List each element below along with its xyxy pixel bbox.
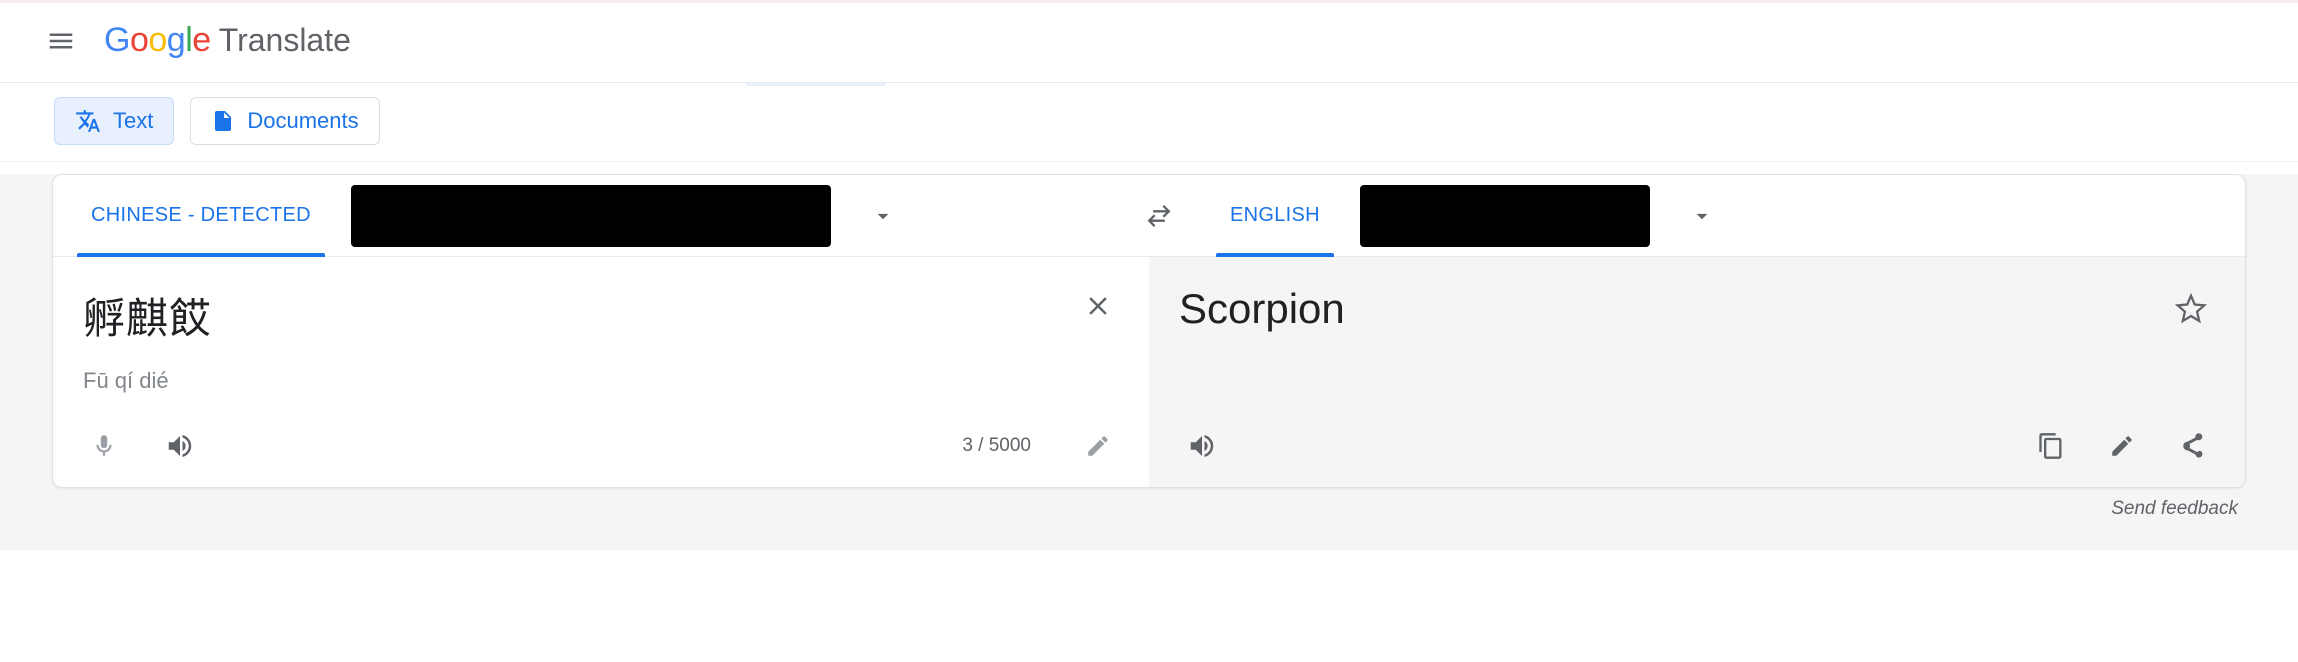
speaker-icon xyxy=(165,431,195,461)
product-name: Translate xyxy=(219,22,351,59)
save-translation-button[interactable] xyxy=(2167,285,2215,333)
share-icon xyxy=(2179,432,2207,460)
target-lang-english[interactable]: ENGLISH xyxy=(1210,175,1340,256)
source-pane: 孵麒餀 Fū qí dié xyxy=(53,257,1149,487)
send-feedback-link[interactable]: Send feedback xyxy=(0,488,2298,550)
menu-icon[interactable] xyxy=(46,26,76,56)
source-transliteration: Fū qí dié xyxy=(83,368,1119,394)
mode-tab-documents[interactable]: Documents xyxy=(190,97,379,145)
clear-input-button[interactable] xyxy=(1077,285,1119,327)
share-button[interactable] xyxy=(2171,424,2215,468)
source-lang-detected[interactable]: CHINESE - DETECTED xyxy=(71,175,331,256)
target-lang-side: ENGLISH xyxy=(1192,175,2245,256)
close-icon xyxy=(1083,291,1113,321)
char-count: 3 / 5000 xyxy=(962,435,1031,457)
target-pane: Scorpion xyxy=(1149,257,2245,487)
speaker-icon xyxy=(1187,431,1217,461)
mode-tab-text[interactable]: Text xyxy=(54,97,174,145)
language-bar: CHINESE - DETECTED ENGLISH xyxy=(53,175,2245,257)
chevron-down-icon xyxy=(870,203,896,229)
document-icon xyxy=(211,108,235,134)
redacted-target-langs xyxy=(1360,185,1650,247)
mic-icon xyxy=(91,433,117,459)
redacted-source-langs xyxy=(351,185,831,247)
mode-tab-text-label: Text xyxy=(113,108,153,134)
suggest-edit-button[interactable] xyxy=(2101,425,2143,467)
top-bar: Google Translate xyxy=(0,3,2298,82)
source-lang-dropdown[interactable] xyxy=(851,184,915,248)
handwriting-button[interactable] xyxy=(1077,425,1119,467)
mode-tabs-row: Text Documents xyxy=(0,83,2298,162)
source-text[interactable]: 孵麒餀 xyxy=(83,285,212,346)
target-lang-dropdown[interactable] xyxy=(1670,184,1734,248)
source-lang-side: CHINESE - DETECTED xyxy=(53,175,1106,256)
star-icon xyxy=(2175,293,2207,325)
listen-target-button[interactable] xyxy=(1179,423,1225,469)
translate-icon xyxy=(75,108,101,134)
copy-icon xyxy=(2037,432,2065,460)
chevron-down-icon xyxy=(1689,203,1715,229)
mode-tab-documents-label: Documents xyxy=(247,108,358,134)
pencil-icon xyxy=(1085,433,1111,459)
voice-input-button[interactable] xyxy=(83,425,125,467)
copy-translation-button[interactable] xyxy=(2029,424,2073,468)
translate-card: CHINESE - DETECTED ENGLISH xyxy=(52,174,2246,488)
pencil-icon xyxy=(2109,433,2135,459)
listen-source-button[interactable] xyxy=(157,423,203,469)
target-text: Scorpion xyxy=(1179,285,1345,333)
ghost-tabs xyxy=(746,83,886,86)
swap-languages-button[interactable] xyxy=(1127,184,1191,248)
google-translate-logo[interactable]: Google Translate xyxy=(104,21,351,60)
swap-icon xyxy=(1145,202,1173,230)
